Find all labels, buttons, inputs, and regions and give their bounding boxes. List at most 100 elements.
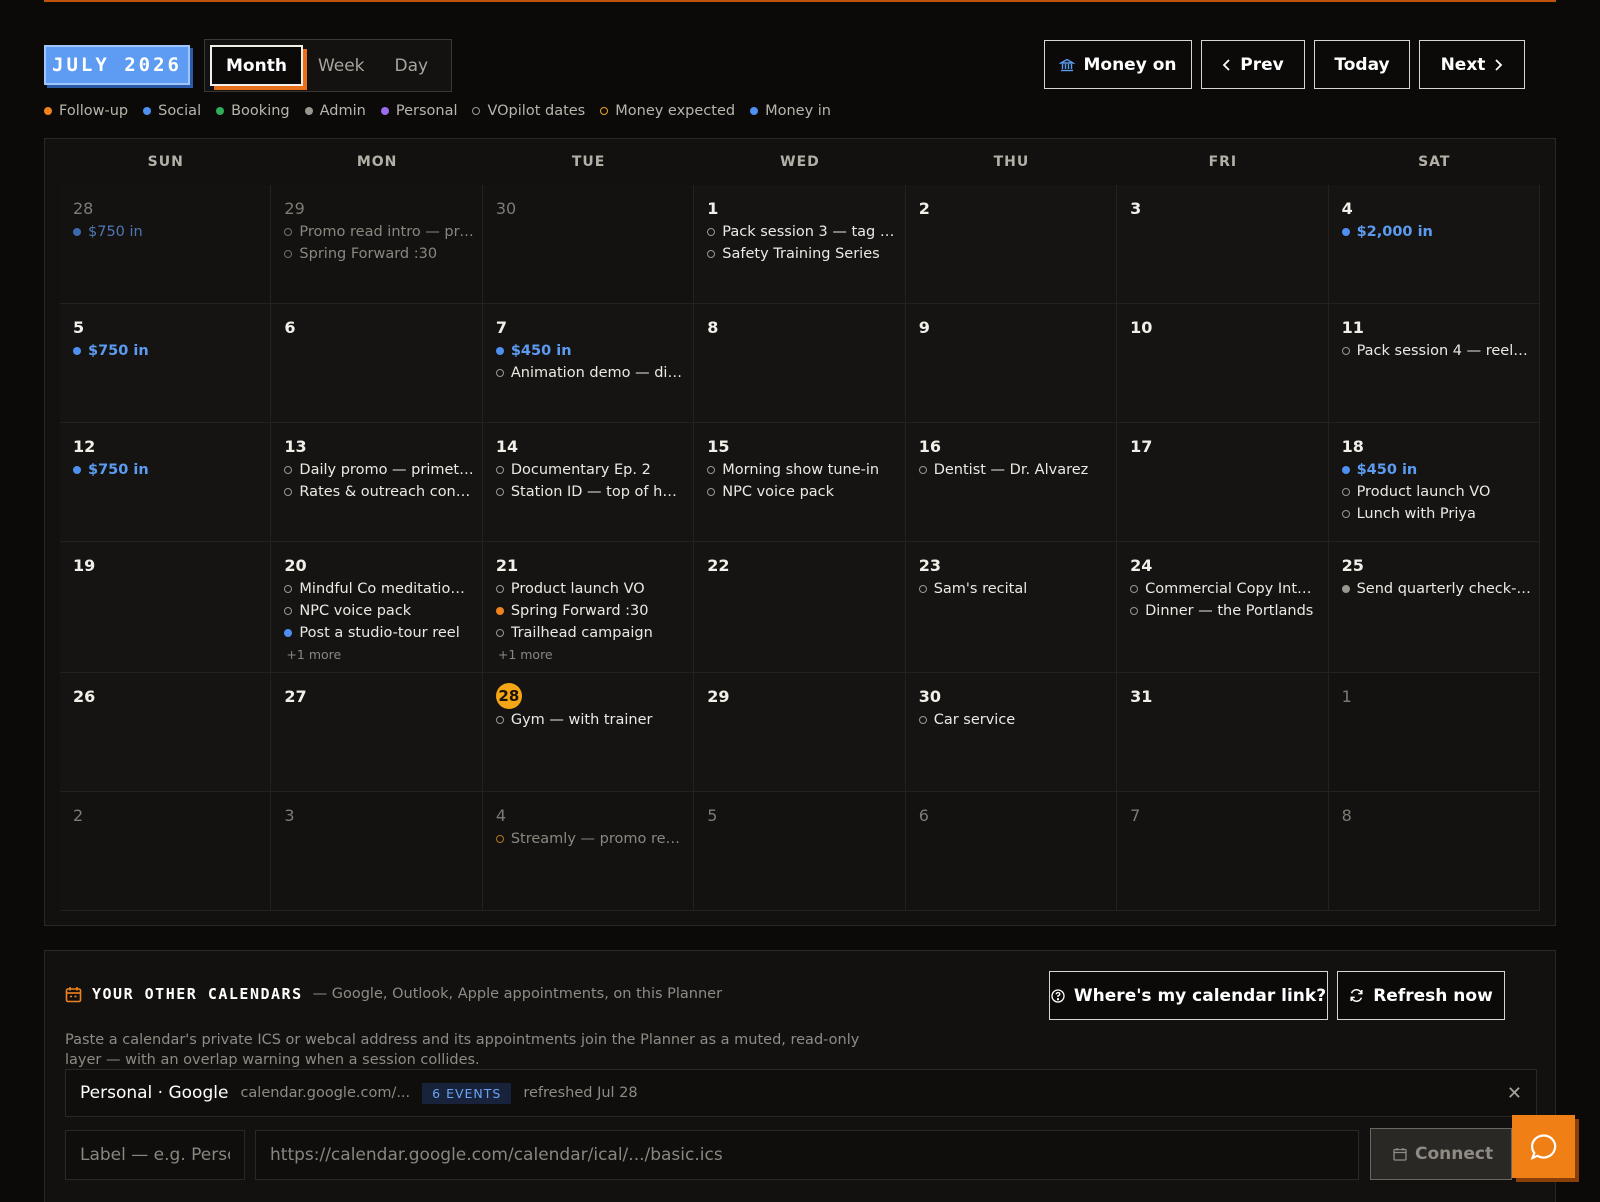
event-item[interactable]: Trailhead campaign <box>495 622 685 644</box>
day-cell[interactable]: 29 Promo read intro — pro... Spring Forwar… <box>271 185 483 304</box>
day-cell[interactable]: 25 Send quarterly check-in... <box>1328 542 1540 673</box>
day-cell[interactable]: 10 <box>1117 304 1329 423</box>
day-cell[interactable]: 18 $450 in Product launch VO Lunch with Pri… <box>1328 423 1540 542</box>
money-in-item[interactable]: $750 in <box>73 459 262 481</box>
money-in-item[interactable]: $450 in <box>495 340 685 362</box>
money-in-item[interactable]: $750 in <box>73 221 262 243</box>
event-item[interactable]: NPC voice pack <box>707 481 896 503</box>
day-cell[interactable]: 17 <box>1117 423 1329 542</box>
event-item[interactable]: Dentist — Dr. Alvarez <box>918 459 1108 481</box>
money-in-item[interactable]: $450 in <box>1341 459 1531 481</box>
day-cell[interactable]: 23 Sam's recital <box>905 542 1118 673</box>
connect-button[interactable]: Connect <box>1370 1128 1512 1180</box>
event-item[interactable]: Documentary Ep. 2 <box>495 459 685 481</box>
day-cell[interactable]: 5 <box>694 792 906 911</box>
event-item[interactable]: Sam's recital <box>918 578 1108 600</box>
day-cell[interactable]: 24 Commercial Copy Inten... Dinner — the P… <box>1117 542 1329 673</box>
day-cell[interactable]: 16 Dentist — Dr. Alvarez <box>905 423 1118 542</box>
event-item[interactable]: Animation demo — dire... <box>495 362 685 384</box>
event-item[interactable]: Pack session 3 — tag va... <box>707 221 897 243</box>
money-in-item[interactable]: $750 in <box>73 340 262 362</box>
event-item[interactable]: Daily promo — primetim... <box>284 459 474 481</box>
event-item[interactable]: Dinner — the Portlands <box>1130 600 1319 622</box>
chat-bubble-icon <box>1529 1132 1559 1162</box>
event-item[interactable]: Station ID — top of hour <box>495 481 685 503</box>
refresh-button[interactable]: Refresh now <box>1337 971 1505 1020</box>
day-cell[interactable]: 11 Pack session 4 — reel pi... <box>1328 304 1540 423</box>
event-marker <box>284 607 293 615</box>
day-cell[interactable]: 3 <box>1117 185 1329 304</box>
day-cell[interactable]: 29 <box>694 673 906 792</box>
day-cell[interactable]: 2 <box>60 792 272 911</box>
day-cell[interactable]: 12 $750 in <box>60 423 272 542</box>
money-toggle-button[interactable]: Money on <box>1044 40 1192 89</box>
event-item[interactable]: Safety Training Series <box>707 243 896 265</box>
event-item[interactable]: Lunch with Priya <box>1341 503 1531 525</box>
prev-button[interactable]: Prev <box>1201 40 1305 89</box>
day-cell[interactable]: 7 $450 in Animation demo — dire... <box>482 304 695 423</box>
event-item[interactable]: Promo read intro — pro... <box>284 221 474 243</box>
event-item[interactable]: Streamly — promo retai... <box>495 828 685 850</box>
day-cell[interactable]: 3 <box>271 792 483 911</box>
day-cell[interactable]: 30 Car service <box>905 673 1118 792</box>
legend-item-money-expected: Money expected <box>600 103 735 119</box>
day-cell[interactable]: 30 <box>482 185 695 304</box>
day-cell[interactable]: 4 $2,000 in <box>1328 185 1540 304</box>
other-calendars-title: YOUR OTHER CALENDARS <box>92 985 303 1003</box>
view-week-button[interactable]: Week <box>303 45 380 86</box>
calendar-url-input[interactable] <box>255 1130 1359 1180</box>
more-events-link[interactable]: +1 more <box>284 644 473 664</box>
day-cell[interactable]: 21 Product launch VO Spring Forward :30 Tra… <box>482 542 695 673</box>
day-cell[interactable]: 1 Pack session 3 — tag va... Safety Traini… <box>694 185 906 304</box>
day-cell[interactable]: 19 <box>60 542 272 673</box>
more-events-link[interactable]: +1 more <box>496 644 685 664</box>
remove-feed-close-icon[interactable]: ✕ <box>1507 1083 1522 1104</box>
chat-button[interactable] <box>1512 1115 1575 1178</box>
month-label[interactable]: JULY 2026 <box>44 45 190 85</box>
day-cell[interactable]: 27 <box>271 673 483 792</box>
next-button[interactable]: Next <box>1419 40 1525 89</box>
event-item[interactable]: Send quarterly check-in... <box>1341 578 1531 600</box>
today-button[interactable]: Today <box>1314 40 1410 89</box>
event-item[interactable]: Mindful Co meditation ... <box>284 578 474 600</box>
event-item[interactable]: Spring Forward :30 <box>284 243 473 265</box>
day-cell[interactable]: 1 <box>1328 673 1540 792</box>
day-cell[interactable]: 26 <box>60 673 272 792</box>
event-item[interactable]: Gym — with trainer <box>495 709 685 731</box>
event-item[interactable]: Product launch VO <box>1341 481 1531 503</box>
day-cell[interactable]: 28 $750 in <box>60 185 272 304</box>
event-item[interactable]: Pack session 4 — reel pi... <box>1341 340 1531 362</box>
event-item[interactable]: Spring Forward :30 <box>495 600 685 622</box>
calendar-plus-icon <box>1393 1147 1407 1161</box>
calendar-link-help-button[interactable]: Where's my calendar link? <box>1049 971 1328 1020</box>
day-number: 3 <box>284 805 295 825</box>
event-item[interactable]: Post a studio-tour reel <box>284 622 473 644</box>
day-cell[interactable]: 22 <box>694 542 906 673</box>
day-cell[interactable]: 6 <box>905 792 1118 911</box>
day-cell[interactable]: 8 <box>694 304 906 423</box>
day-cell[interactable]: 28 Gym — with trainer <box>482 673 695 792</box>
event-item[interactable]: Product launch VO <box>495 578 685 600</box>
event-item[interactable]: Morning show tune-in <box>707 459 896 481</box>
day-cell[interactable]: 8 <box>1328 792 1540 911</box>
day-cell[interactable]: 15 Morning show tune-in NPC voice pack <box>694 423 906 542</box>
view-month-button[interactable]: Month <box>210 45 303 86</box>
view-day-button[interactable]: Day <box>380 45 444 86</box>
day-cell[interactable]: 20 Mindful Co meditation ... NPC voice pac… <box>271 542 483 673</box>
calendar-label-input[interactable] <box>65 1130 245 1180</box>
event-item[interactable]: Car service <box>918 709 1108 731</box>
event-item[interactable]: NPC voice pack <box>284 600 473 622</box>
day-cell[interactable]: 7 <box>1117 792 1329 911</box>
day-cell[interactable]: 4 Streamly — promo retai... <box>482 792 695 911</box>
day-cell[interactable]: 6 <box>271 304 483 423</box>
event-item[interactable]: Rates & outreach consult <box>284 481 474 503</box>
day-cell[interactable]: 31 <box>1117 673 1329 792</box>
day-cell[interactable]: 9 <box>905 304 1118 423</box>
day-cell[interactable]: 13 Daily promo — primetim... Rates & outre… <box>271 423 483 542</box>
day-cell[interactable]: 14 Documentary Ep. 2 Station ID — top of h… <box>482 423 695 542</box>
day-cell[interactable]: 2 <box>905 185 1118 304</box>
money-in-item[interactable]: $2,000 in <box>1341 221 1531 243</box>
view-switcher: Month Week Day <box>204 39 452 92</box>
day-cell[interactable]: 5 $750 in <box>60 304 272 423</box>
event-item[interactable]: Commercial Copy Inten... <box>1130 578 1320 600</box>
